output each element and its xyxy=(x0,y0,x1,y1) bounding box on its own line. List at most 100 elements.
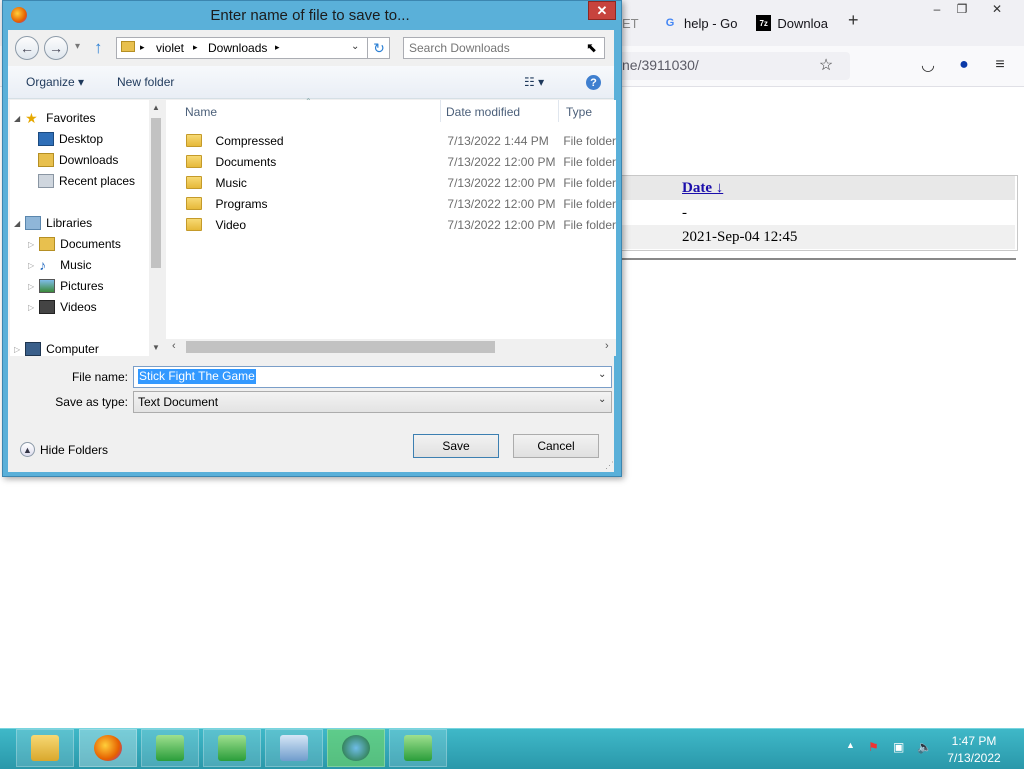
file-name: Documents xyxy=(215,154,277,169)
folder-icon xyxy=(186,134,202,147)
name-column-header[interactable]: Name xyxy=(185,105,217,119)
scroll-right-arrow-icon[interactable]: › xyxy=(605,340,609,352)
up-folder-icon[interactable]: ↑ xyxy=(94,38,103,58)
date-column-header-link[interactable]: Date ↓ xyxy=(682,180,723,197)
show-hidden-icons-button[interactable]: ▲ xyxy=(846,740,855,750)
column-divider[interactable] xyxy=(558,100,559,122)
tab-label: Downloa xyxy=(777,15,828,31)
file-date: 7/13/2022 1:44 PM xyxy=(447,133,549,148)
clock-time[interactable]: 1:47 PM xyxy=(944,734,1004,748)
browser-tab-downloads[interactable]: 7z Downloa xyxy=(756,8,828,38)
nav-label: Desktop xyxy=(59,132,104,146)
breadcrumb-downloads[interactable]: Downloads xyxy=(208,41,267,55)
control-panel-icon xyxy=(280,735,308,761)
column-divider[interactable] xyxy=(440,100,441,122)
nav-item-pictures[interactable]: ▷ Pictures xyxy=(28,276,104,296)
taskbar-firefox[interactable] xyxy=(79,729,137,767)
nav-label: Recent places xyxy=(59,174,136,188)
search-input[interactable] xyxy=(405,39,579,57)
folder-icon xyxy=(121,41,135,52)
nav-item-downloads[interactable]: Downloads xyxy=(38,150,118,170)
resize-grip-icon[interactable]: ⋰ xyxy=(605,460,614,471)
taskbar-control-panel[interactable] xyxy=(265,729,323,767)
organize-button[interactable]: Organize ▾ xyxy=(26,75,84,89)
action-center-flag-icon[interactable]: ⚑ xyxy=(868,740,879,754)
breadcrumb-violet[interactable]: violet xyxy=(156,41,184,55)
date-modified-column-header[interactable]: Date modified xyxy=(446,105,520,119)
nav-item-desktop[interactable]: Desktop xyxy=(38,129,103,149)
volume-muted-icon[interactable]: 🔈 xyxy=(917,740,932,754)
file-row-programs[interactable]: Programs 7/13/2022 12:00 PM File folder xyxy=(176,193,616,214)
dialog-close-button[interactable]: ✕ xyxy=(588,1,616,20)
help-icon[interactable]: ? xyxy=(586,75,601,90)
file-row-compressed[interactable]: Compressed 7/13/2022 1:44 PM File folder xyxy=(176,130,616,151)
nav-pane-scroll-thumb[interactable] xyxy=(151,118,161,268)
mouse-cursor: ⬉ xyxy=(586,40,597,55)
file-name: Video xyxy=(215,217,247,232)
view-options-button[interactable]: ☷ ▾ xyxy=(524,75,544,89)
bookmark-star-icon[interactable]: ☆ xyxy=(815,54,837,76)
scroll-down-arrow-icon[interactable]: ▼ xyxy=(152,343,160,352)
hide-folders-chevron-icon[interactable]: ▲ xyxy=(20,442,35,457)
horizontal-scroll-thumb[interactable] xyxy=(186,341,495,353)
browser-tab-partial[interactable]: ET xyxy=(622,8,642,38)
nav-item-music[interactable]: ▷ ♪ Music xyxy=(28,255,92,275)
taskbar-idm[interactable] xyxy=(327,729,385,767)
file-name-dropdown-arrow-icon[interactable]: ⌄ xyxy=(598,369,606,380)
7zip-icon: 7z xyxy=(756,15,772,31)
account-icon[interactable]: ● xyxy=(953,54,975,76)
breadcrumb-separator-icon: ▸ xyxy=(193,42,198,52)
taskbar-download-manager-1[interactable] xyxy=(141,729,199,767)
expand-arrow-icon: ▷ xyxy=(28,239,35,249)
forward-button[interactable]: → xyxy=(44,36,68,60)
taskbar-file-explorer[interactable] xyxy=(16,729,74,767)
address-dropdown-arrow-icon[interactable]: ⌄ xyxy=(351,41,359,52)
taskbar-download-manager-3[interactable] xyxy=(389,729,447,767)
window-close-button[interactable]: ✕ xyxy=(980,0,1014,18)
refresh-button[interactable]: ↻ xyxy=(367,37,390,59)
save-button[interactable]: Save xyxy=(413,434,499,458)
file-row-documents[interactable]: Documents 7/13/2022 12:00 PM File folder xyxy=(176,151,616,172)
nav-label: Libraries xyxy=(46,216,93,230)
menu-icon[interactable]: ≡ xyxy=(989,54,1011,76)
back-button[interactable]: ← xyxy=(15,36,39,60)
cancel-button[interactable]: Cancel xyxy=(513,434,599,458)
file-row-music[interactable]: Music 7/13/2022 12:00 PM File folder xyxy=(176,172,616,193)
type-column-header[interactable]: Type xyxy=(566,105,592,119)
save-as-type-dropdown-arrow-icon[interactable]: ⌄ xyxy=(598,394,606,405)
folder-icon xyxy=(186,197,202,210)
google-icon: G xyxy=(665,17,675,29)
restore-button[interactable]: ❐ xyxy=(945,0,979,18)
tab-label: ET xyxy=(622,15,639,31)
divider xyxy=(620,258,1016,260)
table-row xyxy=(621,225,1015,249)
file-date: 7/13/2022 12:00 PM xyxy=(447,154,556,169)
nav-label: Documents xyxy=(60,237,121,251)
file-row-video[interactable]: Video 7/13/2022 12:00 PM File folder xyxy=(176,214,616,235)
nav-item-recent-places[interactable]: Recent places xyxy=(38,171,135,191)
recent-locations-dropdown[interactable]: ▾ xyxy=(75,41,80,52)
nav-item-videos[interactable]: ▷ Videos xyxy=(28,297,97,317)
file-type: File folder xyxy=(563,217,616,232)
new-tab-button[interactable]: + xyxy=(848,10,859,31)
network-icon[interactable]: ▣ xyxy=(893,740,904,754)
scroll-left-arrow-icon[interactable]: ‹ xyxy=(172,340,176,352)
libraries-icon xyxy=(25,216,42,230)
table-cell-date: 2021-Sep-04 12:45 xyxy=(682,229,798,245)
nav-libraries[interactable]: ◢ Libraries xyxy=(14,213,92,233)
scroll-up-arrow-icon[interactable]: ▲ xyxy=(152,103,160,112)
pictures-icon xyxy=(39,279,56,293)
folder-icon xyxy=(186,155,202,168)
taskbar-download-manager-2[interactable] xyxy=(203,729,261,767)
file-date: 7/13/2022 12:00 PM xyxy=(447,196,556,211)
nav-item-documents[interactable]: ▷ Documents xyxy=(28,234,121,254)
clock-date[interactable]: 7/13/2022 xyxy=(944,751,1004,765)
new-folder-button[interactable]: New folder xyxy=(117,75,174,89)
hide-folders-button[interactable]: Hide Folders xyxy=(40,443,108,457)
nav-favorites[interactable]: ◢ ★ Favorites xyxy=(14,108,96,128)
nav-label: Favorites xyxy=(46,111,96,125)
browser-tab-google[interactable]: G help - Go xyxy=(662,8,742,38)
pocket-icon[interactable]: ◡ xyxy=(917,54,939,76)
file-type: File folder xyxy=(563,196,616,211)
nav-computer[interactable]: ▷ Computer xyxy=(14,339,99,356)
